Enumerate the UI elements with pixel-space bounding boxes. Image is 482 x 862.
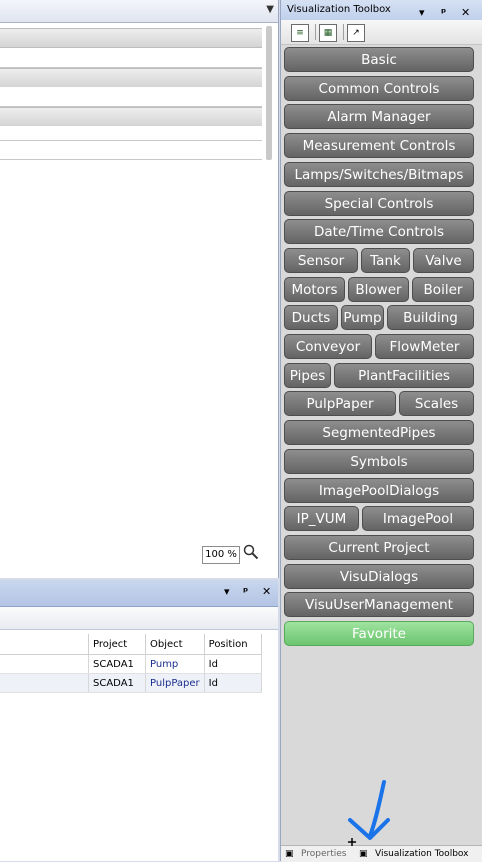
row-blank-cell <box>0 654 89 674</box>
close-icon[interactable]: ✕ <box>262 585 271 598</box>
toolbox-button-visuusermanagement[interactable]: VisuUserManagement <box>284 592 474 618</box>
zoom-level-field[interactable]: 100 % <box>202 546 240 564</box>
annotation-arrow-icon <box>348 780 390 846</box>
page-green-icon[interactable]: ▦ <box>319 24 337 42</box>
toolbox-title: Visualization Toolbox <box>287 4 391 15</box>
cross-reference-table: Project Object Position SCADA1 Pump Id S… <box>0 634 262 693</box>
toolbar-separator <box>315 24 316 40</box>
toolbox-button-ducts[interactable]: Ducts <box>284 305 338 331</box>
toolbox-button-scales[interactable]: Scales <box>399 391 474 417</box>
toolbox-button-pulppaper[interactable]: PulpPaper <box>284 391 396 417</box>
toolbox-button-imagepooldialogs[interactable]: ImagePoolDialogs <box>284 477 474 503</box>
toolbox-button-pump[interactable]: Pump <box>341 305 384 331</box>
panel-menu-icon[interactable]: ▾ <box>224 585 230 598</box>
toolbox-button-plantfacilities[interactable]: PlantFacilities <box>334 362 474 388</box>
toolbox-button-segmentedpipes[interactable]: SegmentedPipes <box>284 420 474 446</box>
tab-properties[interactable]: Properties <box>301 846 346 862</box>
toolbox-button-visudialogs[interactable]: VisuDialogs <box>284 563 474 589</box>
vertical-scrollbar[interactable] <box>266 26 272 160</box>
properties-icon: ▣ <box>285 849 294 859</box>
toolbox-button-valve[interactable]: Valve <box>413 247 474 273</box>
toolbox-tab-bar: ▣ Properties ▣ Visualization Toolbox <box>281 845 482 862</box>
editor-area[interactable]: ▼ 100 % <box>0 0 279 578</box>
column-header-project[interactable]: Project <box>88 634 146 655</box>
toolbox-button-sensor[interactable]: Sensor <box>284 247 358 273</box>
toolbox-button-flowmeter[interactable]: FlowMeter <box>375 334 474 359</box>
project-cell: SCADA1 <box>88 654 146 674</box>
project-cell: SCADA1 <box>88 673 146 693</box>
bottom-panel: ▾ ᵖ ✕ Project Object Position SCADA1 Pum… <box>0 580 278 861</box>
page-icon[interactable]: ≡ <box>291 24 309 42</box>
chevron-down-icon[interactable]: ▼ <box>266 4 274 15</box>
toolbox-button-boiler[interactable]: Boiler <box>412 276 474 302</box>
object-cell: Pump <box>145 654 205 674</box>
toolbox-button-blower[interactable]: Blower <box>348 276 409 302</box>
toolbox-button-measurement-controls[interactable]: Measurement Controls <box>284 133 474 159</box>
grid-group-band <box>0 107 262 127</box>
position-cell: Id <box>204 673 262 693</box>
toolbar-separator <box>343 24 344 40</box>
toolbox-button-lamps-switches-bitmaps[interactable]: Lamps/Switches/Bitmaps <box>284 161 474 187</box>
toolbox-tab-icon: ▣ <box>359 849 368 859</box>
pin-icon[interactable]: ᵖ <box>243 585 248 598</box>
column-header-blank <box>0 634 89 655</box>
toolbox-titlebar: Visualization Toolbox ▾ ᵖ ✕ <box>281 0 482 21</box>
favorite-button[interactable]: Favorite <box>284 621 474 646</box>
toolbox-button-common-controls[interactable]: Common Controls <box>284 75 474 101</box>
object-cell: PulpPaper <box>145 673 205 693</box>
toolbox-button-tank[interactable]: Tank <box>361 247 410 273</box>
toolbox-button-alarm-manager[interactable]: Alarm Manager <box>284 104 474 130</box>
toolbox-button-imagepool[interactable]: ImagePool <box>362 506 474 532</box>
bottom-panel-titlebar: ▾ ᵖ ✕ <box>0 580 278 607</box>
grid-group-band <box>0 68 262 88</box>
table-row[interactable]: SCADA1 Pump Id <box>0 654 262 674</box>
toolbox-icon-toolbar: ≡ ▦ ↗ <box>281 20 482 45</box>
toolbox-button-current-project[interactable]: Current Project <box>284 534 474 560</box>
column-header-position[interactable]: Position <box>204 634 262 655</box>
magnifier-icon[interactable] <box>242 544 260 562</box>
toolbox-button-ip-vum[interactable]: IP_VUM <box>284 506 359 532</box>
grid-header-band <box>0 28 262 48</box>
table-row[interactable]: SCADA1 PulpPaper Id <box>0 673 262 693</box>
toolbox-button-special-controls[interactable]: Special Controls <box>284 190 474 216</box>
toolbox-button-building[interactable]: Building <box>387 305 474 331</box>
tab-visualization-toolbox[interactable]: Visualization Toolbox <box>375 846 468 862</box>
grid-row[interactable] <box>0 48 262 68</box>
grid-row[interactable] <box>0 87 262 107</box>
chart-window-icon[interactable]: ↗ <box>347 24 365 42</box>
bottom-panel-toolbar <box>0 607 278 630</box>
grid-row[interactable] <box>0 141 262 160</box>
toolbox-button-motors[interactable]: Motors <box>284 276 345 302</box>
toolbox-button-date-time-controls[interactable]: Date/Time Controls <box>284 219 474 245</box>
editor-header: ▼ <box>0 0 278 23</box>
grid-row[interactable] <box>0 126 262 141</box>
row-blank-cell <box>0 673 89 693</box>
toolbox-button-conveyor[interactable]: Conveyor <box>284 334 372 359</box>
table-header-row: Project Object Position <box>0 634 262 655</box>
toolbox-button-symbols[interactable]: Symbols <box>284 448 474 474</box>
visualization-toolbox: Visualization Toolbox ▾ ᵖ ✕ ≡ ▦ ↗ Basic C… <box>280 0 482 862</box>
toolbox-button-basic[interactable]: Basic <box>284 47 474 72</box>
position-cell: Id <box>204 654 262 674</box>
column-header-object[interactable]: Object <box>145 634 205 655</box>
toolbox-button-pipes[interactable]: Pipes <box>284 362 331 388</box>
